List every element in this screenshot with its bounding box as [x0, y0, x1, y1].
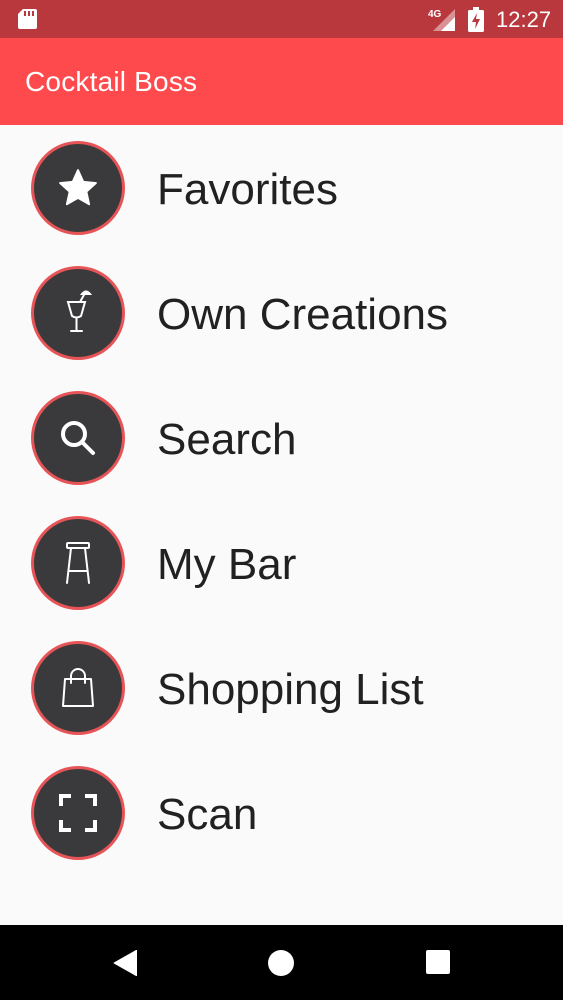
menu-item-favorites[interactable]: Favorites: [0, 125, 563, 250]
system-nav-bar: [0, 925, 563, 1000]
menu-item-label: Favorites: [157, 165, 338, 214]
star-icon: [31, 141, 125, 235]
back-icon[interactable]: [113, 950, 137, 976]
bar-stool-icon: [31, 516, 125, 610]
home-icon[interactable]: [268, 950, 294, 976]
main-menu: Favorites Own Creations Search My Bar Sh…: [0, 125, 563, 925]
status-bar: 4G 12:27: [0, 0, 563, 38]
cocktail-glass-icon: [31, 266, 125, 360]
menu-item-own-creations[interactable]: Own Creations: [0, 250, 563, 375]
menu-item-label: Own Creations: [157, 290, 449, 339]
menu-item-my-bar[interactable]: My Bar: [0, 500, 563, 625]
menu-item-label: Shopping List: [157, 665, 424, 714]
menu-item-label: Scan: [157, 790, 258, 839]
sd-card-icon: [18, 9, 37, 29]
shopping-bag-icon: [31, 641, 125, 735]
signal-icon: 4G: [428, 9, 455, 31]
scan-frame-icon: [31, 766, 125, 860]
menu-item-label: Search: [157, 415, 297, 464]
search-icon: [31, 391, 125, 485]
network-type-label: 4G: [428, 9, 442, 20]
menu-item-search[interactable]: Search: [0, 375, 563, 500]
app-title: Cocktail Boss: [25, 66, 198, 97]
battery-charging-icon: [468, 7, 484, 32]
status-time: 12:27: [496, 7, 552, 32]
menu-item-scan[interactable]: Scan: [0, 750, 563, 875]
menu-item-label: My Bar: [157, 540, 297, 589]
menu-item-shopping-list[interactable]: Shopping List: [0, 625, 563, 750]
recents-icon[interactable]: [426, 950, 450, 974]
app-bar: Cocktail Boss: [0, 38, 563, 125]
